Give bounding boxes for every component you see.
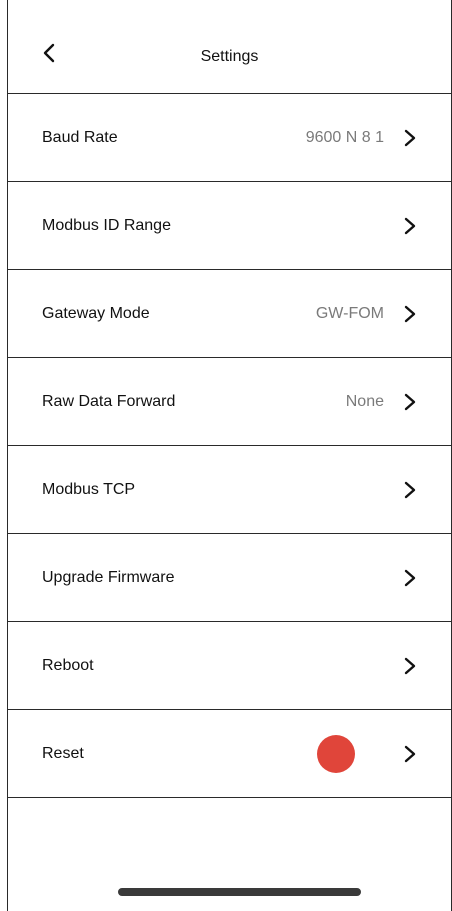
setting-row-modbus-id-range[interactable]: Modbus ID Range bbox=[8, 182, 451, 270]
setting-value: 9600 N 8 1 bbox=[305, 128, 384, 146]
chevron-right-icon bbox=[404, 129, 416, 146]
home-indicator[interactable] bbox=[118, 888, 361, 896]
chevron-right-icon bbox=[404, 745, 416, 762]
setting-row-baud-rate[interactable]: Baud Rate 9600 N 8 1 bbox=[8, 94, 451, 182]
setting-label: Baud Rate bbox=[42, 128, 118, 146]
header: Settings bbox=[8, 0, 451, 94]
setting-row-reset[interactable]: Reset bbox=[8, 710, 451, 798]
chevron-right-icon bbox=[404, 305, 416, 322]
setting-row-raw-data-forward[interactable]: Raw Data Forward None bbox=[8, 358, 451, 446]
setting-label: Modbus ID Range bbox=[42, 216, 171, 234]
setting-label: Modbus TCP bbox=[42, 480, 136, 498]
setting-label: Reboot bbox=[42, 656, 94, 674]
setting-label: Gateway Mode bbox=[42, 304, 150, 322]
setting-row-gateway-mode[interactable]: Gateway Mode GW-FOM bbox=[8, 270, 451, 358]
chevron-right-icon bbox=[404, 481, 416, 498]
setting-label: Upgrade Firmware bbox=[42, 568, 175, 586]
chevron-right-icon bbox=[404, 393, 416, 410]
settings-screen: Settings Baud Rate 9600 N 8 1 Modbus ID … bbox=[7, 0, 452, 911]
setting-value: None bbox=[345, 392, 384, 410]
setting-row-upgrade-firmware[interactable]: Upgrade Firmware bbox=[8, 534, 451, 622]
reset-status-dot bbox=[317, 734, 355, 773]
page-title: Settings bbox=[200, 48, 259, 65]
chevron-right-icon bbox=[404, 657, 416, 674]
chevron-right-icon bbox=[404, 569, 416, 586]
setting-label: Reset bbox=[42, 744, 84, 762]
chevron-right-icon bbox=[404, 217, 416, 234]
setting-row-modbus-tcp[interactable]: Modbus TCP bbox=[8, 446, 451, 534]
setting-row-reboot[interactable]: Reboot bbox=[8, 622, 451, 710]
setting-label: Raw Data Forward bbox=[42, 392, 176, 410]
setting-value: GW-FOM bbox=[315, 304, 384, 322]
